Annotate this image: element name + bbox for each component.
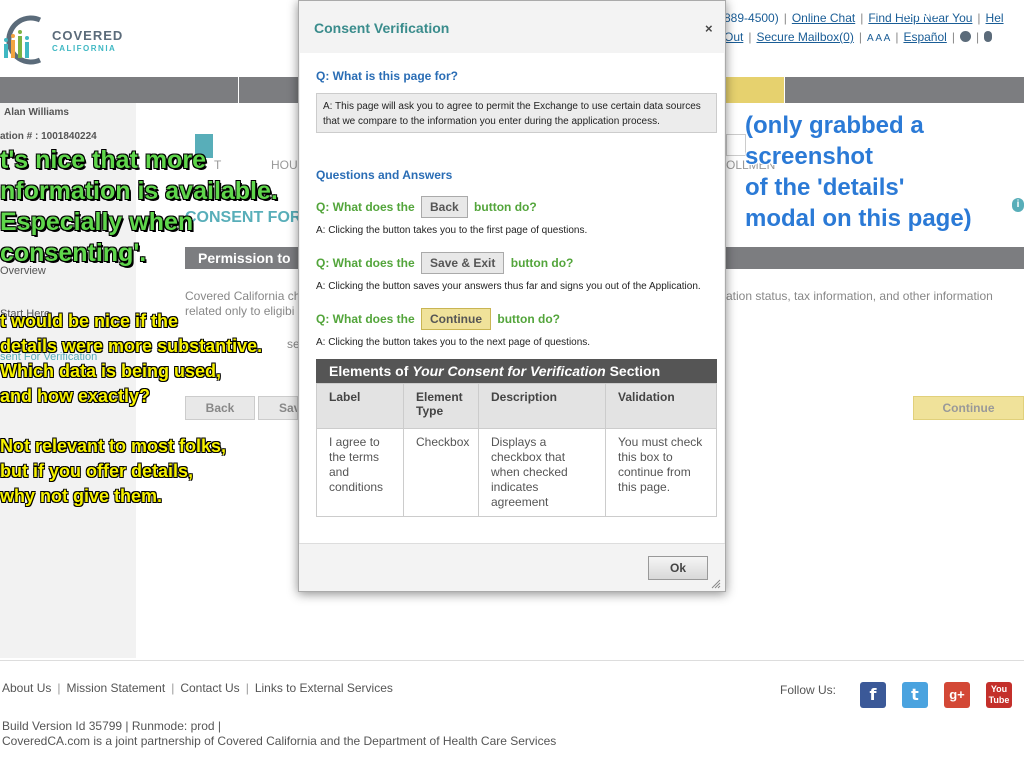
body-text: ation status, tax information, and other…	[726, 289, 993, 303]
nav-renew[interactable]: Renew	[814, 0, 1024, 26]
sidebar-application-number: ation # : 1001840224	[0, 131, 97, 142]
resize-handle-icon[interactable]	[711, 579, 721, 589]
logo-text-covered: COVERED	[52, 28, 124, 43]
nav-learn[interactable]: LEARN	[0, 0, 238, 26]
question-text: button do?	[510, 256, 574, 270]
body-text: related only to eligibi	[185, 304, 295, 318]
answer-page-purpose: A: This page will ask you to agree to pe…	[316, 93, 717, 133]
logout-link[interactable]: Out	[724, 30, 743, 44]
annotation-green-line: nformation is available.	[0, 177, 278, 205]
column-header-label: Label	[316, 383, 404, 429]
column-header-validation: Validation	[605, 383, 717, 429]
save-exit-button[interactable]: Sav	[258, 396, 298, 420]
annotation-yellow-line: but if you offer details,	[0, 461, 194, 481]
continue-button-chip: Continue	[421, 308, 492, 330]
sidebar-user-name: Alan Williams	[4, 107, 69, 118]
annotation-blue-line: (only grabbed a	[745, 112, 924, 139]
espanol-link[interactable]: Español	[903, 30, 946, 44]
save-exit-button-chip: Save & Exit	[421, 252, 505, 274]
ok-button[interactable]: Ok	[648, 556, 708, 580]
modal-header: Consent Verification ×	[299, 1, 725, 53]
annotation-blue: (only grabbed a screenshot of the 'detai…	[745, 110, 972, 234]
font-size-controls[interactable]: A A A	[867, 33, 890, 44]
qa-heading: Questions and Answers	[316, 168, 453, 182]
modal-title: Consent Verification	[314, 20, 450, 36]
mission-statement-link[interactable]: Mission Statement	[66, 681, 165, 695]
annotation-green-line: consenting'.	[0, 239, 147, 267]
info-icon[interactable]: i	[1012, 198, 1024, 212]
print-icon[interactable]	[984, 31, 993, 42]
step-label: T	[214, 158, 222, 172]
annotation-blue-line: modal on this page)	[745, 205, 972, 232]
question-continue-button: Q: What does the Continue button do?	[316, 308, 560, 330]
annotation-yellow-line: why not give them.	[0, 486, 163, 506]
build-version: Build Version Id 35799 | Runmode: prod |	[2, 719, 222, 733]
logo-text-california: CALIFORNIA	[52, 44, 117, 53]
annotation-yellow-line: and how exactly?	[0, 386, 151, 406]
annotation-yellow-line: t would be nice if the	[0, 311, 179, 331]
annotation-yellow-line: Which data is being used,	[0, 361, 222, 381]
elements-table: Label Element Type Description Validatio…	[316, 383, 717, 517]
nav-active-highlight	[726, 77, 784, 103]
cell-description: Displays a checkbox that when checked in…	[478, 428, 606, 517]
answer-back-button: A: Clicking the button takes you to the …	[316, 225, 588, 236]
twitter-icon[interactable]: t	[902, 682, 928, 708]
step-label: HOU	[271, 158, 298, 172]
annotation-green-line: Especially when	[0, 208, 194, 236]
secure-mailbox-link[interactable]: Secure Mailbox(0)	[756, 30, 853, 44]
cell-validation: You must check this box to continue from…	[605, 428, 717, 517]
question-text: button do?	[497, 312, 560, 326]
annotation-yellow-line: details were more substantive.	[0, 336, 263, 356]
column-header-element-type: Element Type	[403, 383, 479, 429]
youtube-icon[interactable]: You Tube	[986, 682, 1012, 708]
table-title-emphasis: Your Consent for Verification	[412, 363, 606, 379]
answer-continue-button: A: Clicking the button takes you to the …	[316, 337, 591, 348]
close-icon[interactable]: ×	[705, 21, 713, 36]
continue-button[interactable]: Continue	[913, 396, 1024, 420]
globe-icon[interactable]	[959, 31, 971, 42]
footer-divider	[0, 660, 1024, 661]
annotation-green-line: t's nice that more	[0, 146, 206, 174]
external-services-link[interactable]: Links to External Services	[255, 681, 393, 695]
cell-element-type: Checkbox	[403, 428, 479, 517]
modal-body: Q: What is this page for? A: This page w…	[300, 53, 724, 543]
answer-save-exit-button: A: Clicking the button saves your answer…	[316, 281, 701, 292]
partnership-text: CoveredCA.com is a joint partnership of …	[2, 734, 557, 748]
footer-links: About Us | Mission Statement | Contact Us | Li…	[2, 681, 393, 695]
question-text: button do?	[474, 200, 537, 214]
question-save-exit-button: Q: What does the Save & Exit button do?	[316, 252, 573, 274]
about-us-link[interactable]: About Us	[2, 681, 51, 695]
annotation-blue-line: screenshot	[745, 143, 874, 170]
follow-us-label: Follow Us:	[780, 683, 837, 697]
question-text: Q: What does the	[316, 312, 415, 326]
cell-label: I agree to the terms and conditions	[316, 428, 404, 517]
nav-divider	[784, 77, 785, 103]
question-text: Q: What does the	[316, 256, 415, 270]
annotation-yellow-line: Not relevant to most folks,	[0, 436, 227, 456]
google-plus-icon[interactable]: g+	[944, 682, 970, 708]
permission-heading: Permission to	[198, 250, 291, 266]
column-header-description: Description	[478, 383, 606, 429]
contact-us-link[interactable]: Contact Us	[180, 681, 239, 695]
table-title-text: Elements of	[329, 363, 413, 379]
question-back-button: Q: What does the Back button do?	[316, 196, 537, 218]
elements-table-title: Elements of Your Consent for Verificatio…	[316, 359, 717, 383]
table-row: I agree to the terms and conditions Chec…	[316, 428, 717, 517]
nav-divider	[238, 77, 239, 103]
back-button[interactable]: Back	[185, 396, 255, 420]
table-title-text: Section	[605, 363, 661, 379]
body-text: Covered California ch	[185, 289, 301, 303]
question-text: Q: What does the	[316, 200, 415, 214]
table-header-row: Label Element Type Description Validatio…	[316, 383, 717, 429]
consent-verification-modal: Consent Verification × Q: What is this p…	[298, 0, 726, 592]
section-heading: CONSENT FOR	[185, 209, 302, 226]
annotation-blue-line: of the 'details'	[745, 174, 905, 201]
back-button-chip: Back	[421, 196, 468, 218]
progress-end-box	[726, 134, 746, 156]
facebook-icon[interactable]: f	[860, 682, 886, 708]
question-page-purpose: Q: What is this page for?	[316, 69, 459, 83]
phone-number: 889-4500)	[724, 11, 779, 25]
